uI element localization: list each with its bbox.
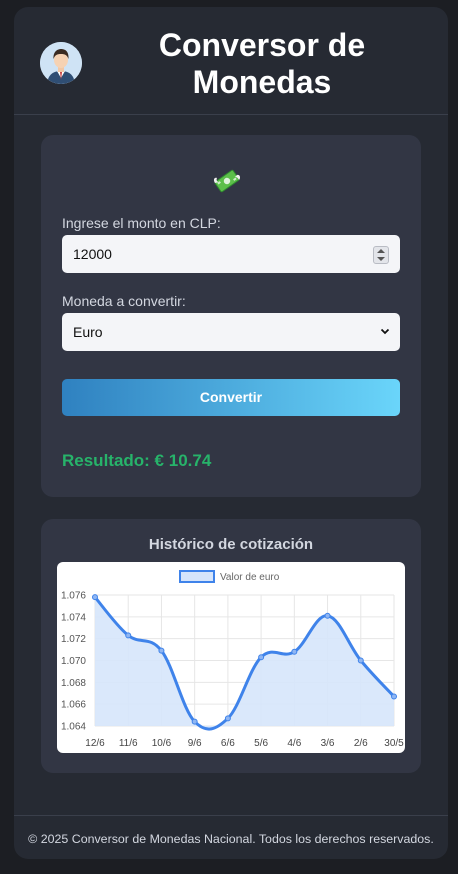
- y-tick-label: 1.076: [61, 591, 86, 602]
- x-tick-label: 2/6: [354, 738, 368, 749]
- y-tick-label: 1.064: [61, 722, 86, 733]
- data-point: [258, 654, 265, 661]
- data-point: [291, 648, 298, 655]
- history-card: Histórico de cotización Valor de euro 1.0…: [41, 519, 421, 773]
- x-tick-label: 9/6: [188, 738, 202, 749]
- x-tick-label: 11/6: [119, 738, 138, 749]
- y-tick-label: 1.070: [61, 656, 86, 667]
- result-text: Resultado: € 10.74: [62, 451, 212, 470]
- x-tick-label: 10/6: [152, 738, 172, 749]
- amount-value: 12000: [73, 246, 112, 262]
- legend-swatch: [179, 570, 215, 583]
- avatar: [40, 42, 82, 84]
- y-tick-label: 1.074: [61, 612, 86, 623]
- y-tick-label: 1.066: [61, 700, 86, 711]
- data-point: [357, 657, 364, 664]
- chart-title: Histórico de cotización: [148, 536, 314, 553]
- x-tick-label: 3/6: [321, 738, 335, 749]
- data-point: [324, 612, 331, 619]
- currency-selected-value: Euro: [73, 324, 103, 340]
- y-tick-label: 1.068: [61, 678, 86, 689]
- amount-input[interactable]: 12000: [62, 235, 400, 273]
- converter-card: Ingrese el monto en CLP: 12000 Moneda a …: [41, 135, 421, 497]
- y-tick-label: 1.072: [61, 634, 86, 645]
- convert-button[interactable]: Convertir: [62, 379, 400, 416]
- footer-copyright: © 2025 Conversor de Monedas Nacional. To…: [28, 832, 434, 846]
- data-point: [391, 693, 397, 700]
- x-tick-label: 12/6: [85, 738, 105, 749]
- line-chart: Valor de euro 1.076 1.074 1.072 1.070 1.068 1.…: [61, 570, 404, 749]
- title-line-1: Conversor de: [158, 27, 366, 63]
- x-tick-label: 5/6: [254, 738, 268, 749]
- currency-label: Moneda a convertir:: [62, 293, 186, 309]
- data-point: [125, 632, 132, 639]
- data-point: [92, 594, 98, 601]
- header: Conversor de Monedas: [14, 7, 448, 115]
- chevron-down-icon: [380, 328, 390, 335]
- x-tick-label: 6/6: [221, 738, 235, 749]
- data-point: [158, 647, 165, 654]
- footer: © 2025 Conversor de Monedas Nacional. To…: [14, 815, 448, 859]
- legend-label: Valor de euro: [220, 572, 280, 583]
- number-stepper-icon[interactable]: [373, 246, 389, 264]
- businessman-avatar-icon: [40, 42, 82, 84]
- x-tick-label: 4/6: [287, 738, 301, 749]
- currency-select[interactable]: Euro: [62, 313, 400, 351]
- app-window: Conversor de Monedas Ingrese el monto en…: [14, 7, 448, 859]
- title-line-2: Monedas: [192, 64, 332, 100]
- data-point: [224, 715, 231, 722]
- page-title: Conversor de Monedas: [112, 27, 412, 101]
- x-tick-label: 30/5: [384, 738, 404, 749]
- flying-money-icon: [213, 169, 241, 193]
- amount-label: Ingrese el monto en CLP:: [62, 215, 221, 231]
- chart-container: Valor de euro 1.076 1.074 1.072 1.070 1.068 1.…: [57, 562, 405, 753]
- data-point: [191, 718, 198, 725]
